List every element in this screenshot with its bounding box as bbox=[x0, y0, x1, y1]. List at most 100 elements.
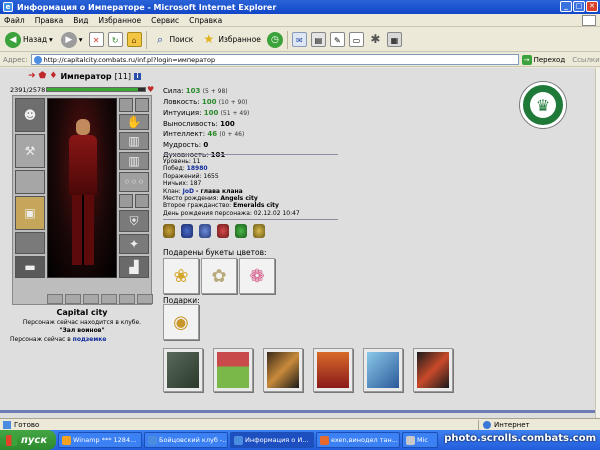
address-bar: Адрес: http://capitalcity.combats.ru/inf… bbox=[0, 53, 600, 67]
empty-slot[interactable] bbox=[15, 232, 45, 254]
flower-icon: ❁ bbox=[249, 265, 265, 287]
medal-icon[interactable] bbox=[235, 224, 247, 238]
home-icon[interactable]: ⌂ bbox=[126, 32, 142, 47]
forward-button[interactable]: ▶ ▾ bbox=[59, 30, 85, 50]
task-info[interactable]: Информация о И... bbox=[230, 432, 314, 448]
bracer-slot[interactable]: ▥ bbox=[119, 132, 149, 150]
info-birthplace: Место рождения: Angels city bbox=[163, 195, 258, 203]
stats-list: Сила: 103 (5 + 98) Ловкость: 100 (10 + 90… bbox=[163, 86, 249, 160]
quick-slot[interactable] bbox=[119, 294, 135, 304]
minimize-button[interactable]: _ bbox=[560, 1, 572, 12]
gift-card[interactable] bbox=[263, 348, 303, 392]
history-icon[interactable]: ◷ bbox=[266, 31, 283, 48]
online-link[interactable]: подземке bbox=[73, 336, 107, 343]
close-button[interactable]: ✕ bbox=[586, 1, 598, 12]
globe-icon: ◉ bbox=[173, 311, 189, 333]
medal-icon[interactable] bbox=[181, 224, 193, 238]
boots-slot[interactable]: ▟ bbox=[119, 256, 149, 278]
vertical-scrollbar[interactable] bbox=[595, 68, 600, 418]
links-button[interactable]: Ссылки bbox=[572, 56, 600, 64]
belt-slot[interactable]: ▬ bbox=[15, 256, 45, 278]
menu-view[interactable]: Вид bbox=[73, 16, 88, 25]
start-button[interactable]: пуск bbox=[0, 430, 56, 450]
quick-slot[interactable] bbox=[47, 294, 63, 304]
task-winamp[interactable]: Winamp *** 1284... bbox=[58, 432, 142, 448]
offhand-slot[interactable]: ✦ bbox=[119, 234, 149, 254]
maximize-button[interactable]: □ bbox=[573, 1, 585, 12]
menu-help[interactable]: Справка bbox=[189, 16, 222, 25]
stop-icon[interactable]: ✕ bbox=[88, 32, 104, 47]
flower-gift[interactable]: ❀ bbox=[163, 258, 199, 294]
print-icon[interactable]: ▤ bbox=[310, 32, 326, 47]
edit-icon[interactable]: ✎ bbox=[329, 32, 345, 47]
task-combats[interactable]: Бойцовский клуб -... bbox=[144, 432, 228, 448]
messenger-icon[interactable]: ▦ bbox=[386, 32, 402, 47]
scroll-slot[interactable] bbox=[119, 194, 133, 208]
clan-emblem[interactable]: ♛ bbox=[520, 82, 566, 128]
helmet-slot[interactable]: ☻ bbox=[15, 98, 45, 132]
gift-card[interactable] bbox=[413, 348, 453, 392]
quick-slot[interactable] bbox=[101, 294, 117, 304]
weapon-slot[interactable]: ⚒ bbox=[15, 134, 45, 168]
address-input[interactable]: http://capitalcity.combats.ru/inf.pl?log… bbox=[30, 54, 519, 65]
gift-card[interactable] bbox=[363, 348, 403, 392]
search-button[interactable]: ⌕ Поиск bbox=[151, 30, 196, 50]
menu-tools[interactable]: Сервис bbox=[151, 16, 179, 25]
favorites-label: Избранное bbox=[218, 35, 261, 44]
info-draws: Ничьих: 187 bbox=[163, 180, 202, 188]
menu-file[interactable]: Файл bbox=[4, 16, 25, 25]
quick-slot[interactable] bbox=[83, 294, 99, 304]
arrow-icon[interactable]: ➜ bbox=[28, 71, 36, 81]
watermark: photo.scrolls.combats.com bbox=[444, 433, 596, 444]
stat-value: 46 bbox=[207, 130, 218, 138]
stat-label: Выносливость: bbox=[163, 120, 218, 128]
shield-slot[interactable]: ⛨ bbox=[119, 210, 149, 232]
gift-item[interactable]: ◉ bbox=[163, 304, 199, 340]
bracer-slot[interactable]: ▥ bbox=[119, 152, 149, 170]
armor-slot[interactable]: ▣ bbox=[15, 196, 45, 230]
gloves-slot[interactable]: ✋ bbox=[119, 114, 149, 130]
scroll-slot[interactable] bbox=[135, 194, 149, 208]
clan-link[interactable]: JoD bbox=[183, 188, 194, 195]
star-icon: ★ bbox=[203, 32, 215, 46]
go-button[interactable]: → Переход bbox=[521, 54, 565, 65]
mail-icon[interactable]: ✉ bbox=[291, 32, 307, 47]
menu-edit[interactable]: Правка bbox=[35, 16, 64, 25]
task-mic[interactable]: Mic bbox=[402, 432, 438, 448]
menu-favorites[interactable]: Избранное bbox=[99, 16, 142, 25]
character-info: Уровень: 11 Побед: 18980 Поражений: 1655… bbox=[163, 158, 300, 217]
task-exen[interactable]: exen,винодел тан... bbox=[316, 432, 400, 448]
gift-card[interactable] bbox=[313, 348, 353, 392]
stat-bonus: (5 + 98) bbox=[202, 88, 228, 95]
favorites-button[interactable]: ★ Избранное bbox=[199, 30, 263, 50]
empty-slot[interactable] bbox=[15, 170, 45, 194]
refresh-icon[interactable]: ↻ bbox=[107, 32, 123, 47]
flower-icon: ❀ bbox=[173, 265, 189, 287]
chevron-down-icon: ▾ bbox=[78, 35, 83, 44]
info-wins: Побед: 18980 bbox=[163, 165, 208, 173]
medal-icon[interactable] bbox=[199, 224, 211, 238]
discuss-icon[interactable]: ▭ bbox=[348, 32, 364, 47]
back-button[interactable]: ◀ Назад ▾ bbox=[3, 30, 55, 50]
zone-label: Интернет bbox=[494, 421, 530, 429]
flower-gift[interactable]: ❁ bbox=[239, 258, 275, 294]
medal-icon[interactable] bbox=[217, 224, 229, 238]
gift-card[interactable] bbox=[213, 348, 253, 392]
forward-arrow-icon: ▶ bbox=[60, 31, 77, 48]
earring-slot[interactable] bbox=[119, 98, 133, 112]
medal-icon[interactable] bbox=[253, 224, 265, 238]
address-label: Адрес: bbox=[3, 55, 28, 64]
gear-icon[interactable]: ✱ bbox=[368, 32, 383, 47]
info-icon[interactable]: i bbox=[134, 72, 142, 80]
medal-icon[interactable] bbox=[163, 224, 175, 238]
go-arrow-icon: → bbox=[521, 54, 532, 65]
quick-slot[interactable] bbox=[137, 294, 153, 304]
status-bar: Готово Интернет bbox=[0, 418, 600, 430]
quick-slot[interactable] bbox=[65, 294, 81, 304]
gift-card[interactable] bbox=[163, 348, 203, 392]
online-prefix: Персонаж сейчас в bbox=[10, 336, 71, 343]
flower-gift[interactable]: ✿ bbox=[201, 258, 237, 294]
amulet-slot[interactable] bbox=[135, 98, 149, 112]
rings-slot[interactable]: ◦◦◦ bbox=[119, 172, 149, 192]
info-clan: Клан: JoD - глава клана bbox=[163, 187, 243, 195]
